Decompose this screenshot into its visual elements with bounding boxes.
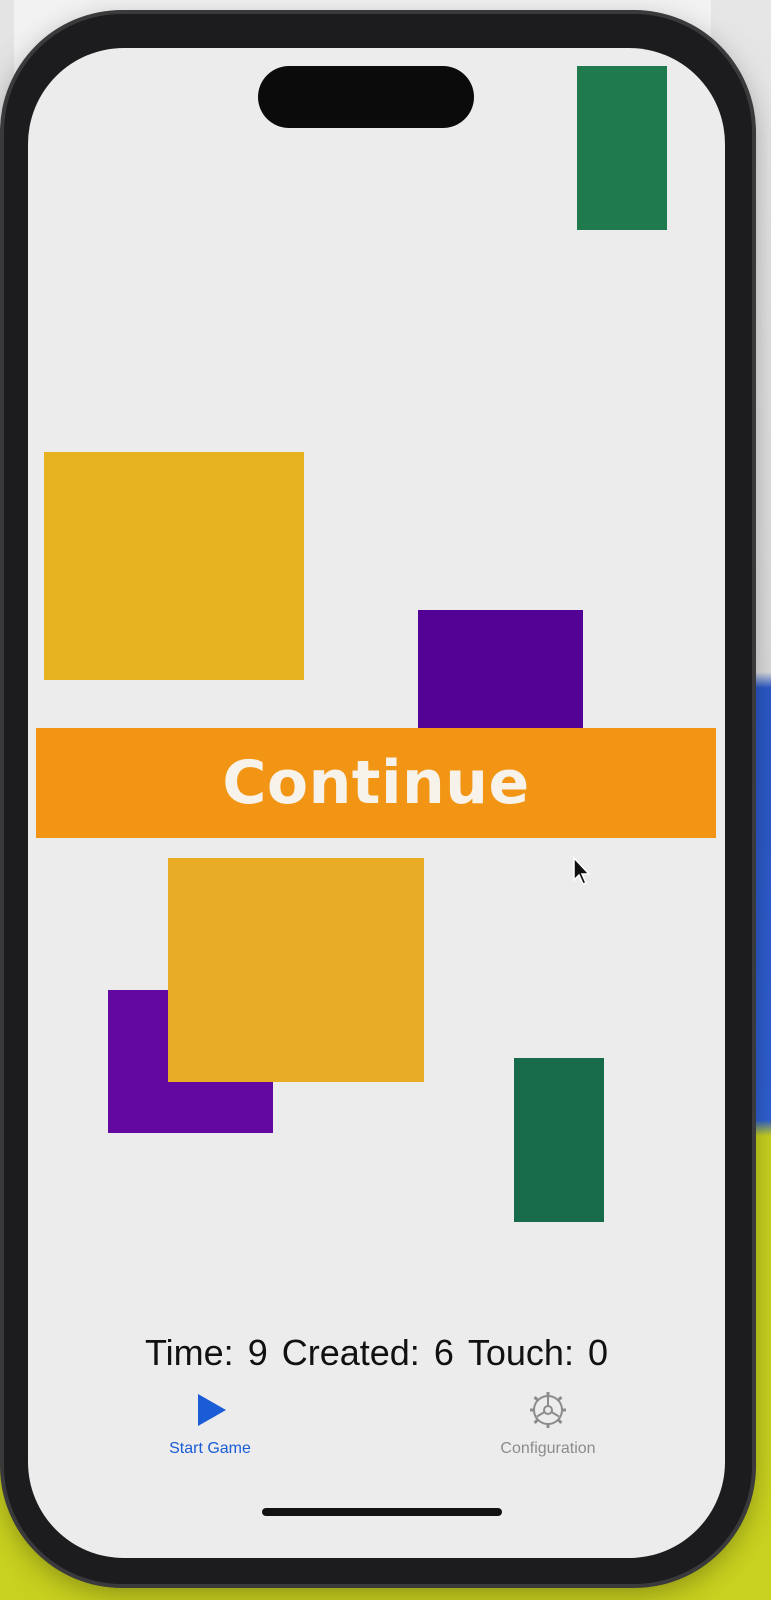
touch-value: 0: [587, 1332, 608, 1373]
game-screen[interactable]: Continue Time: 9 Created: 6 Touch: 0 Sta…: [28, 48, 725, 1558]
purple-block-right[interactable]: [418, 610, 583, 734]
yellow-block-left[interactable]: [44, 452, 304, 680]
continue-label: Continue: [222, 748, 530, 818]
mouse-pointer-icon: [573, 856, 591, 885]
play-icon: [198, 1394, 226, 1426]
home-indicator[interactable]: [262, 1508, 502, 1516]
green-block-top[interactable]: [577, 66, 667, 230]
tab-configuration[interactable]: Configuration: [448, 1388, 648, 1478]
created-value: 6: [433, 1332, 454, 1373]
phone-frame: Continue Time: 9 Created: 6 Touch: 0 Sta…: [4, 14, 752, 1584]
tab-start-game[interactable]: Start Game: [110, 1388, 310, 1478]
yellow-block-center[interactable]: [168, 858, 424, 1082]
continue-button[interactable]: Continue: [36, 728, 716, 838]
tab-configuration-label: Configuration: [500, 1440, 596, 1457]
dynamic-island: [258, 66, 474, 128]
time-label: Time:: [145, 1332, 234, 1373]
time-value: 9: [247, 1332, 268, 1373]
gear-icon: [530, 1392, 566, 1428]
tab-start-game-label: Start Game: [169, 1440, 251, 1457]
photo-background: Continue Time: 9 Created: 6 Touch: 0 Sta…: [0, 0, 771, 1600]
touch-label: Touch:: [467, 1332, 574, 1373]
created-label: Created:: [281, 1332, 420, 1373]
tab-bar: Start Game Configuration: [28, 1388, 725, 1478]
game-stats: Time: 9 Created: 6 Touch: 0: [28, 1332, 725, 1374]
green-block-bottom[interactable]: [514, 1058, 604, 1222]
